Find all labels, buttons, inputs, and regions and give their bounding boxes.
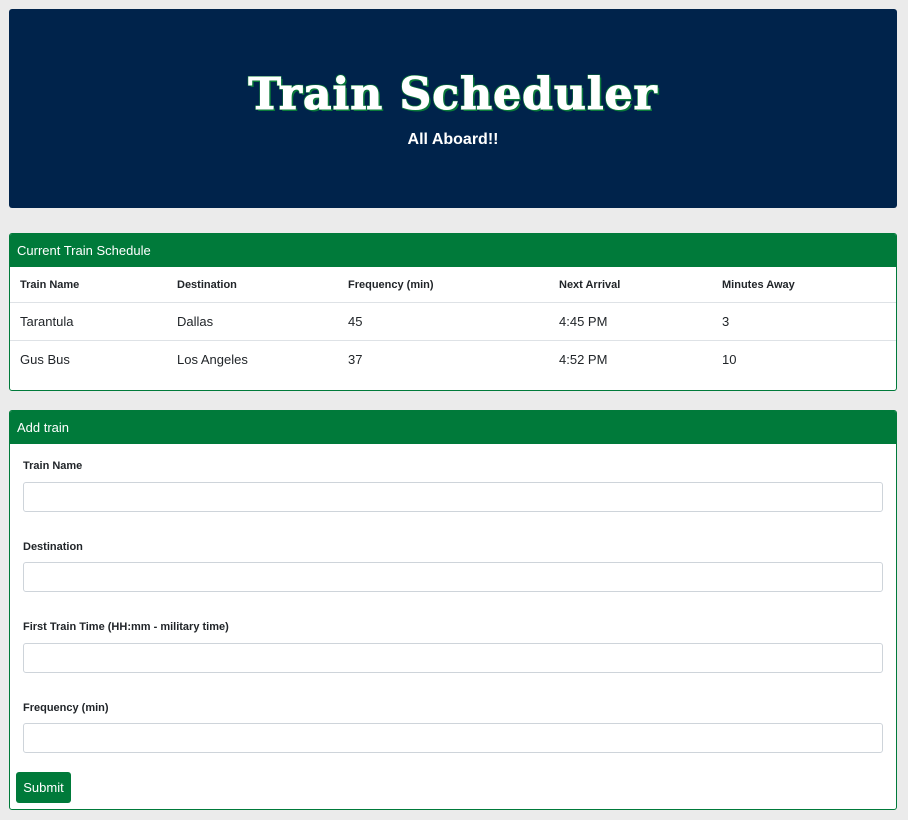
cell-next-arrival: 4:52 PM [559,352,608,367]
table-row: Gus Bus Los Angeles 37 4:52 PM 10 [10,341,896,379]
frequency-input[interactable] [23,723,883,753]
cell-frequency: 45 [338,302,549,341]
page-subtitle: All Aboard!! [407,131,499,148]
form-group-destination: Destination [23,538,883,592]
add-train-card-header: Add train [10,411,896,444]
frequency-label: Frequency (min) [23,702,109,714]
column-header-next-arrival: Next Arrival [549,267,712,303]
schedule-card: Current Train Schedule Train Name Destin… [9,233,897,391]
cell-next-arrival: 4:45 PM [549,302,712,341]
column-header-minutes-away: Minutes Away [712,267,896,303]
column-header-frequency: Frequency (min) [338,267,549,303]
cell-minutes-away: 3 [712,302,896,341]
train-name-input[interactable] [23,482,883,512]
table-header-row: Train Name Destination Frequency (min) N… [10,267,896,303]
first-train-time-label: First Train Time (HH:mm - military time) [23,621,229,633]
cell-train-name: Gus Bus [20,352,70,367]
cell-frequency: 37 [348,352,363,367]
cell-destination: Dallas [167,302,338,341]
cell-minutes-away: 10 [722,352,737,367]
page-title: Train Scheduler [248,69,658,121]
cell-destination: Los Angeles [177,352,248,367]
jumbotron-header: Train Scheduler All Aboard!! [9,9,897,208]
destination-label: Destination [23,541,83,553]
column-header-destination: Destination [167,267,338,303]
form-group-first-train-time: First Train Time (HH:mm - military time) [23,618,883,673]
cell-train-name: Tarantula [10,302,167,341]
form-group-frequency: Frequency (min) [23,699,883,753]
form-group-train-name: Train Name [23,457,883,512]
submit-button[interactable]: Submit [16,772,71,803]
column-header-train-name: Train Name [10,267,167,303]
schedule-table: Train Name Destination Frequency (min) N… [10,267,896,378]
schedule-card-header: Current Train Schedule [10,234,896,267]
train-name-label: Train Name [23,460,83,472]
add-train-card: Add train Train Name Destination First T… [9,410,897,810]
first-train-time-input[interactable] [23,643,883,673]
table-row: Tarantula Dallas 45 4:45 PM 3 [10,302,896,341]
destination-input[interactable] [23,562,883,592]
